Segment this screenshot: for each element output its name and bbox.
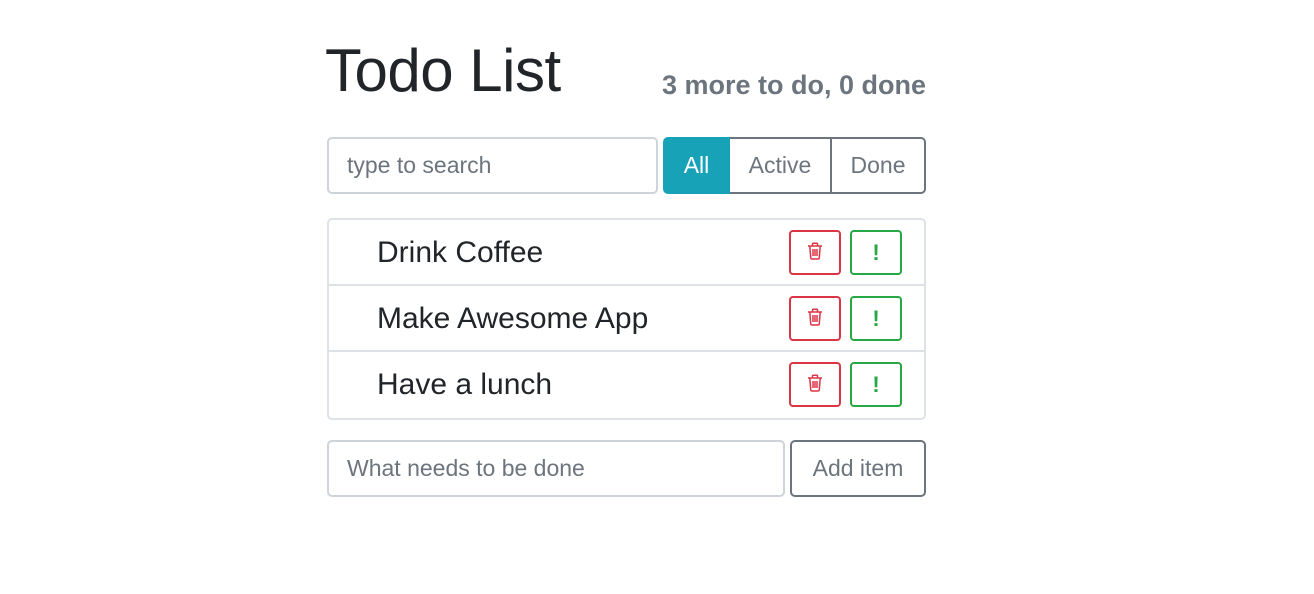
- exclamation-icon: !: [872, 239, 880, 265]
- exclamation-icon: !: [872, 305, 880, 331]
- add-item-button[interactable]: Add item: [790, 440, 926, 497]
- todo-status-text: 3 more to do, 0 done: [661, 70, 926, 100]
- new-item-input[interactable]: [327, 440, 785, 497]
- delete-item-button[interactable]: [789, 230, 841, 275]
- mark-important-button[interactable]: !: [850, 230, 902, 275]
- trash-icon: [807, 374, 823, 395]
- status-filter: All Active Done: [663, 137, 926, 194]
- app-header: Todo List 3 more to do, 0 done: [325, 30, 926, 120]
- todo-list-item: Make Awesome App !: [329, 286, 924, 352]
- todo-item-label[interactable]: Have a lunch: [377, 352, 552, 418]
- filter-done-button[interactable]: Done: [831, 137, 926, 194]
- exclamation-icon: !: [872, 371, 880, 397]
- delete-item-button[interactable]: [789, 362, 841, 407]
- todo-list: Drink Coffee ! Make Awesome App ! Have a…: [327, 218, 926, 420]
- todo-item-label[interactable]: Drink Coffee: [377, 220, 543, 286]
- todo-list-item: Have a lunch !: [329, 352, 924, 418]
- todo-item-label[interactable]: Make Awesome App: [377, 286, 648, 352]
- filter-active-button[interactable]: Active: [730, 137, 831, 194]
- page-title: Todo List: [325, 37, 561, 104]
- filter-all-button[interactable]: All: [663, 137, 730, 194]
- search-input[interactable]: [327, 137, 658, 194]
- delete-item-button[interactable]: [789, 296, 841, 341]
- trash-icon: [807, 308, 823, 329]
- trash-icon: [807, 242, 823, 263]
- todo-list-item: Drink Coffee !: [329, 220, 924, 286]
- todo-app: Todo List 3 more to do, 0 done All Activ…: [325, 30, 926, 497]
- mark-important-button[interactable]: !: [850, 296, 902, 341]
- search-panel: All Active Done: [327, 137, 926, 194]
- mark-important-button[interactable]: !: [850, 362, 902, 407]
- add-item-form: Add item: [327, 440, 926, 497]
